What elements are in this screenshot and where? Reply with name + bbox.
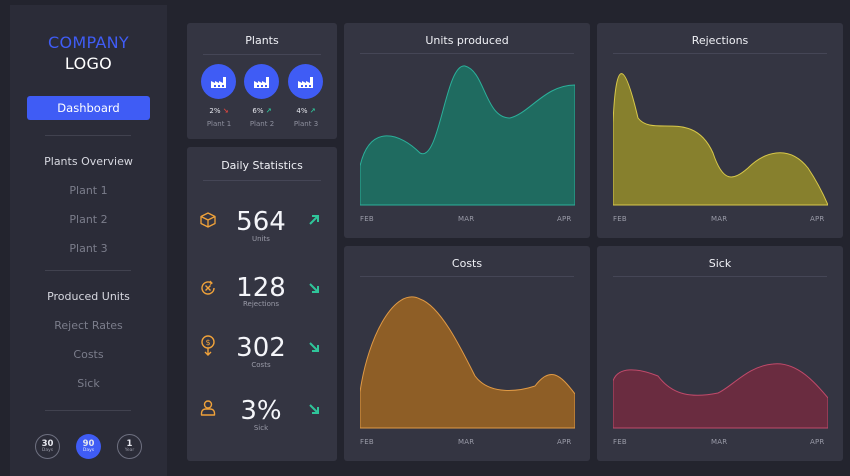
units-value: 564: [236, 207, 286, 237]
sidebar-item-plants-overview[interactable]: Plants Overview: [10, 155, 167, 168]
rejections-chart: [613, 73, 828, 206]
x-axis-label: APR: [557, 438, 572, 446]
trend-up-icon: ↗: [309, 107, 316, 115]
rejections-label: Rejections: [242, 300, 279, 308]
range-unit: Days: [41, 448, 54, 453]
plant-2-change: 6% ↗: [237, 107, 287, 115]
costs-chart: [360, 296, 575, 429]
card-divider: [613, 53, 827, 54]
sidebar: COMPANY LOGO Dashboard Plants Overview P…: [10, 5, 167, 476]
x-axis-label: MAR: [458, 438, 475, 446]
range-number: 90: [82, 438, 95, 449]
plant-2-label: Plant 2: [249, 120, 275, 128]
factory-icon: [297, 76, 313, 88]
card-divider: [360, 276, 574, 277]
range-1-year-button[interactable]: 1 Year: [117, 434, 142, 459]
trend-up-icon: ↗: [265, 107, 272, 115]
sidebar-item-produced-units[interactable]: Produced Units: [10, 290, 167, 303]
card-divider: [613, 276, 827, 277]
costs-card: Costs FEB MAR APR: [344, 246, 590, 461]
plant-2-pct: 6%: [252, 107, 264, 115]
plant-1-button[interactable]: [201, 64, 236, 99]
x-axis-label: APR: [810, 438, 825, 446]
company-logo-line1: COMPANY: [48, 33, 129, 52]
units-label: Units: [252, 235, 270, 243]
money-down-icon: $: [201, 335, 215, 356]
trend-down-icon: ↘: [222, 107, 229, 115]
costs-value: 302: [236, 333, 286, 363]
card-divider: [203, 180, 321, 181]
plant-3-label: Plant 3: [293, 120, 319, 128]
company-logo-line2: LOGO: [64, 54, 113, 73]
rejections-value: 128: [236, 273, 286, 303]
units-produced-chart: [360, 65, 575, 206]
range-30-days-button[interactable]: 30 Days: [35, 434, 60, 459]
x-axis-label: MAR: [711, 438, 728, 446]
sidebar-divider: [45, 410, 131, 411]
sick-chart: [613, 363, 828, 429]
sick-card: Sick FEB MAR APR: [597, 246, 843, 461]
x-axis-label: FEB: [613, 438, 627, 446]
daily-statistics-title: Daily Statistics: [221, 159, 303, 172]
x-axis-label: FEB: [613, 215, 627, 223]
trend-down-icon: [309, 283, 319, 293]
range-90-days-button[interactable]: 90 Days: [76, 434, 101, 459]
card-divider: [360, 53, 574, 54]
factory-icon: [253, 76, 269, 88]
sidebar-item-plant-3[interactable]: Plant 3: [10, 242, 167, 255]
plant-1-pct: 2%: [209, 107, 221, 115]
plant-2-button[interactable]: [244, 64, 279, 99]
units-produced-title: Units produced: [425, 34, 509, 47]
box-icon: [200, 212, 216, 228]
range-unit: Year: [124, 448, 135, 453]
sick-title: Sick: [708, 257, 732, 270]
sidebar-divider: [45, 135, 131, 136]
x-axis-label: MAR: [711, 215, 728, 223]
sidebar-item-plant-1[interactable]: Plant 1: [10, 184, 167, 197]
range-number: 30: [41, 438, 54, 449]
rejections-title: Rejections: [691, 34, 749, 47]
dashboard-button[interactable]: Dashboard: [27, 96, 150, 120]
x-axis-label: APR: [810, 215, 825, 223]
sidebar-item-plant-2[interactable]: Plant 2: [10, 213, 167, 226]
sidebar-divider: [45, 270, 131, 271]
units-produced-card: Units produced FEB MAR APR: [344, 23, 590, 238]
sidebar-item-reject-rates[interactable]: Reject Rates: [10, 319, 167, 332]
trend-down-icon: [309, 342, 319, 352]
rejections-card: Rejections FEB MAR APR: [597, 23, 843, 238]
trend-down-icon: [309, 404, 319, 414]
svg-text:$: $: [205, 338, 210, 347]
card-divider: [203, 54, 321, 55]
plants-card-title: Plants: [245, 34, 279, 47]
x-axis-label: FEB: [360, 438, 374, 446]
sidebar-item-sick[interactable]: Sick: [10, 377, 167, 390]
plant-3-pct: 4%: [296, 107, 308, 115]
x-axis-label: FEB: [360, 215, 374, 223]
range-number: 1: [126, 438, 133, 449]
trend-up-icon: [309, 215, 319, 225]
factory-icon: [210, 76, 226, 88]
plant-3-change: 4% ↗: [281, 107, 331, 115]
x-axis-label: APR: [557, 215, 572, 223]
range-unit: Days: [82, 448, 95, 453]
reject-clock-icon: [201, 280, 215, 295]
sick-value: 3%: [240, 396, 282, 426]
person-icon: [200, 400, 216, 416]
plant-3-button[interactable]: [288, 64, 323, 99]
x-axis-label: MAR: [458, 215, 475, 223]
costs-title: Costs: [451, 257, 483, 270]
sick-label: Sick: [253, 424, 269, 432]
sidebar-item-costs[interactable]: Costs: [10, 348, 167, 361]
costs-label: Costs: [251, 361, 271, 369]
